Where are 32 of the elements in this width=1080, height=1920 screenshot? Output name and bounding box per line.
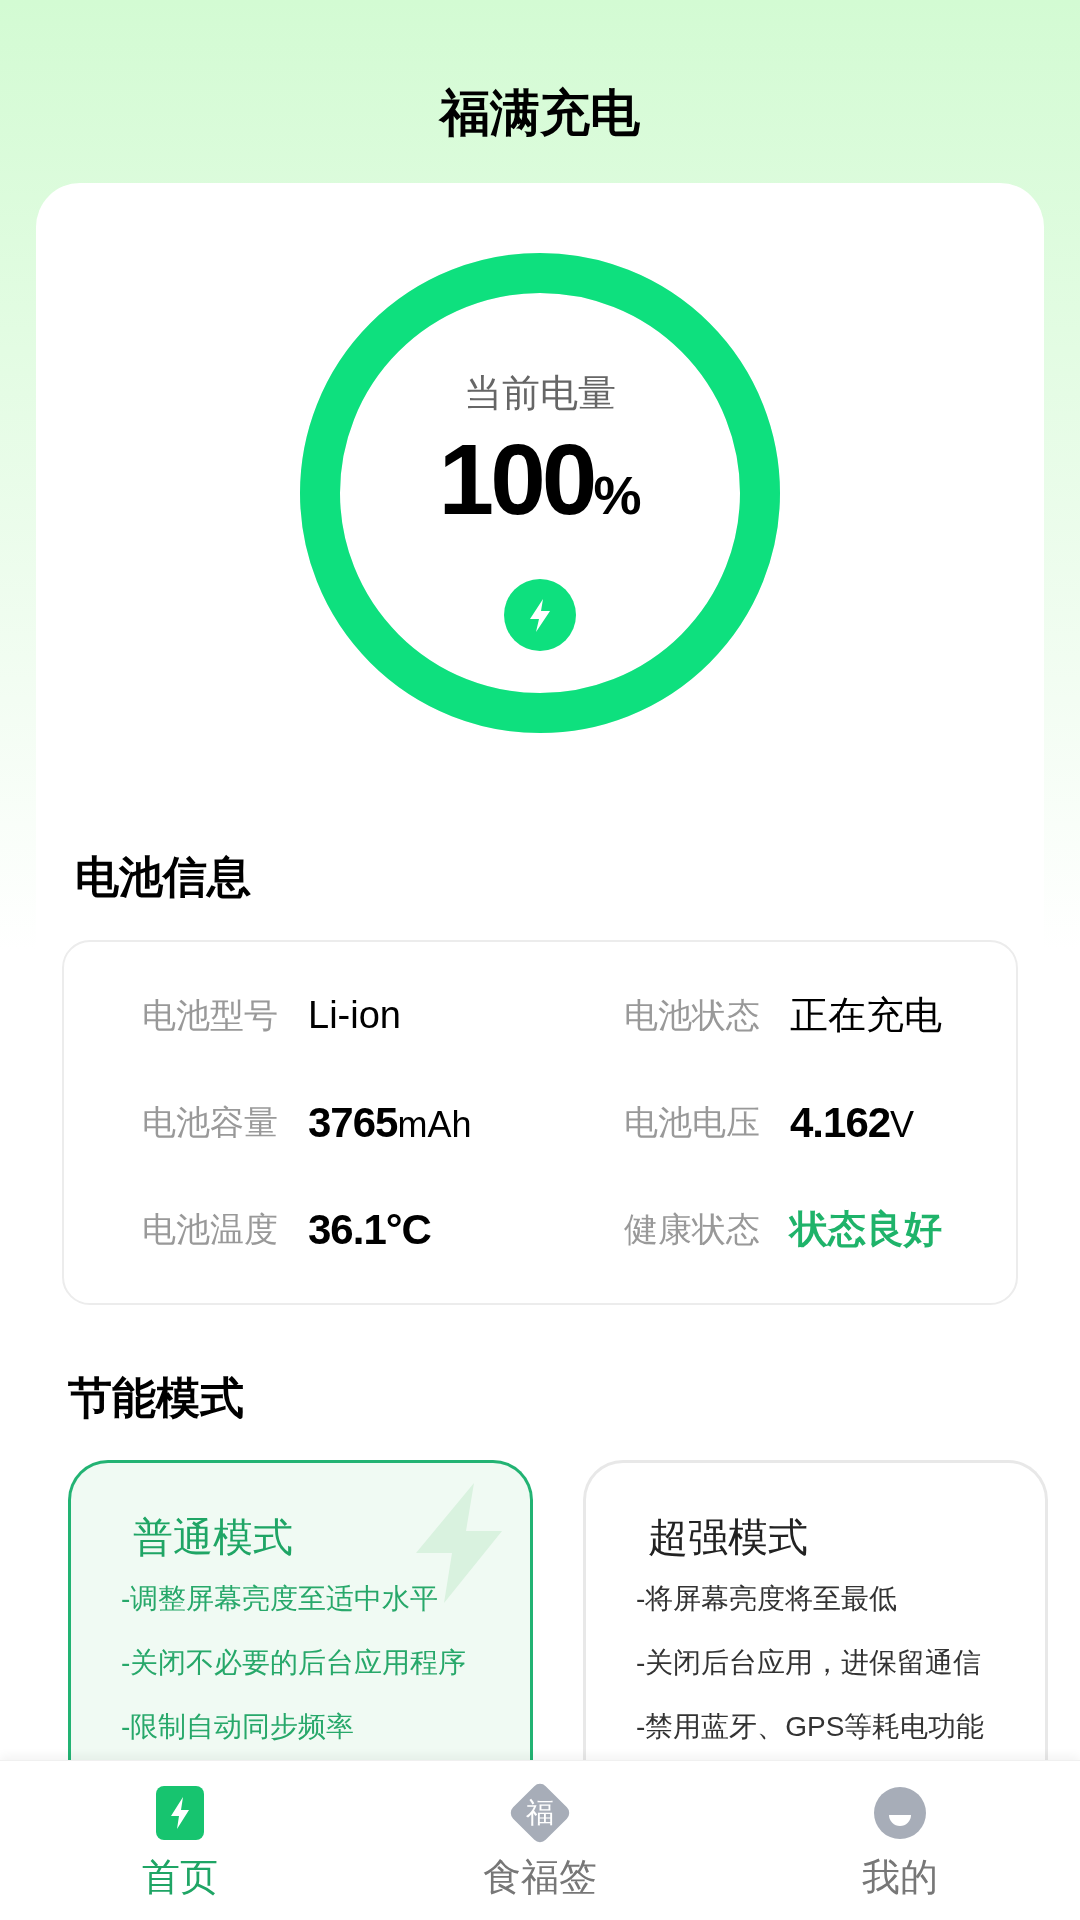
info-value: 正在充电 <box>790 993 942 1038</box>
nav-tab[interactable]: 福 食福签 <box>360 1761 720 1920</box>
info-label: 电池温度 <box>142 1209 279 1250</box>
mode-description: -将屏幕亮度将至最低 <box>636 1582 898 1616</box>
mode-description: -关闭不必要的后台应用程序 <box>121 1646 467 1680</box>
info-label: 电池型号 <box>142 995 279 1036</box>
info-label: 电池电压 <box>624 1102 761 1143</box>
profile-icon <box>874 1787 926 1839</box>
info-label: 电池容量 <box>142 1102 279 1143</box>
mode-title: 超强模式 <box>648 1514 808 1561</box>
info-value: 3765mAh <box>308 1098 472 1148</box>
mode-description: -调整屏幕亮度至适中水平 <box>121 1582 439 1616</box>
nav-tab[interactable]: 我的 <box>720 1761 1080 1920</box>
section-title: 节能模式 <box>68 1372 244 1424</box>
mode-description: -禁用蓝牙、GPS等耗电功能 <box>636 1710 985 1744</box>
info-label: 健康状态 <box>624 1209 761 1250</box>
page-title: 福满充电 <box>440 84 640 143</box>
info-value: 4.162V <box>790 1098 915 1148</box>
section-title: 电池信息 <box>75 851 251 903</box>
battery-percentage: 100% <box>438 429 642 537</box>
mode-description: -关闭后台应用，进保留通信 <box>636 1646 982 1680</box>
info-value: 36.1°C <box>308 1205 431 1255</box>
mode-card[interactable]: 超强模式 -将屏幕亮度将至最低 -关闭后台应用，进保留通信 -禁用蓝牙、GPS等耗电功能 <box>583 1460 1048 1760</box>
bolt-icon <box>156 1786 204 1840</box>
mode-description: -限制自动同步频率 <box>121 1710 355 1744</box>
mode-card[interactable]: 普通模式 -调整屏幕亮度至适中水平 -关闭不必要的后台应用程序 -限制自动同步频率 <box>68 1460 533 1760</box>
nav-tab[interactable]: 首页 <box>0 1761 360 1920</box>
info-value: 状态良好 <box>790 1207 942 1252</box>
mode-title: 普通模式 <box>133 1514 293 1561</box>
info-value: Li-ion <box>308 993 401 1038</box>
gauge-label: 当前电量 <box>464 371 616 416</box>
info-label: 电池状态 <box>624 995 761 1036</box>
